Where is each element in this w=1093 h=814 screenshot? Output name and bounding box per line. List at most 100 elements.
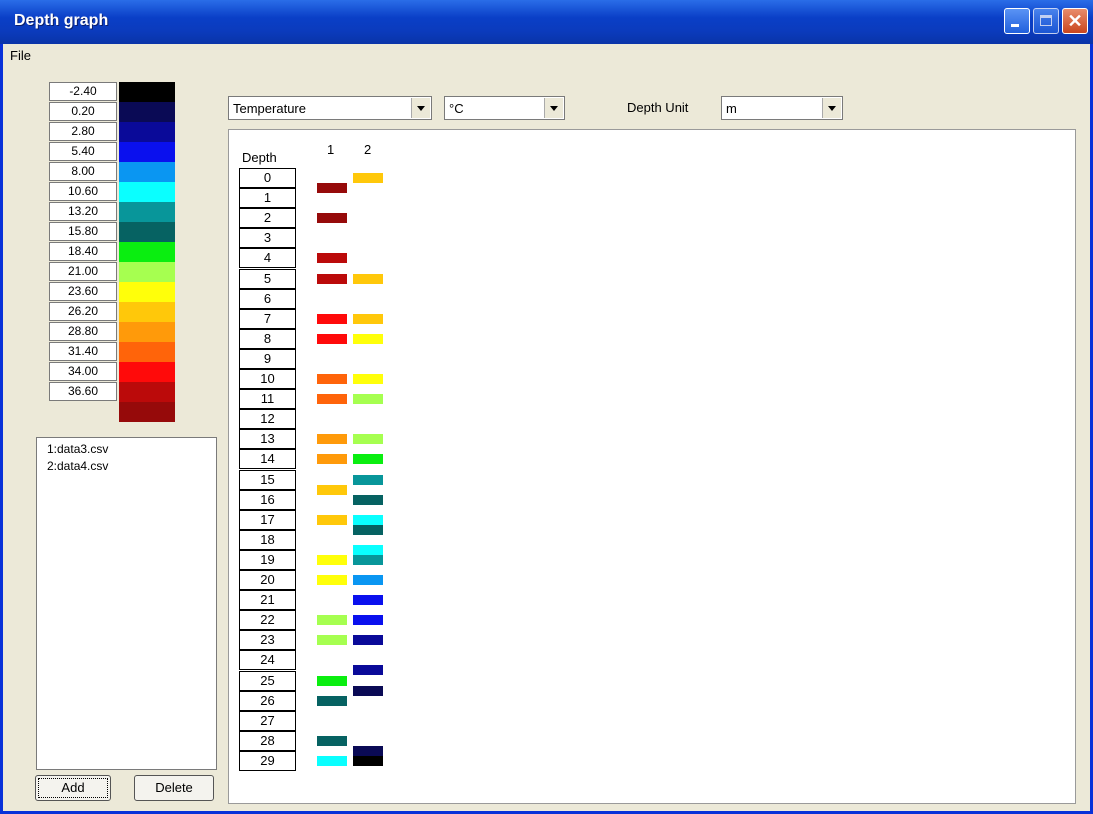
legend-swatch <box>119 302 175 322</box>
depth-mark <box>353 434 383 445</box>
depth-mark <box>317 434 347 445</box>
depth-cell: 2 <box>239 208 296 229</box>
legend-row: 10.60 <box>49 182 175 202</box>
depth-unit-value: m <box>726 101 737 116</box>
maximize-button[interactable] <box>1033 8 1059 34</box>
legend-swatch <box>119 82 175 102</box>
chevron-down-icon[interactable] <box>822 98 841 118</box>
depth-mark <box>353 544 383 555</box>
depth-cell: 23 <box>239 630 296 651</box>
depth-mark <box>353 333 383 344</box>
depth-mark <box>353 394 383 405</box>
legend-row: 18.40 <box>49 242 175 262</box>
depth-cell: 25 <box>239 670 296 691</box>
close-icon: ✕ <box>1067 11 1083 31</box>
legend-value: 15.80 <box>49 222 117 241</box>
depth-cell: 29 <box>239 750 296 771</box>
depth-mark <box>317 454 347 465</box>
legend-row: 36.60 <box>49 382 175 402</box>
depth-mark <box>317 394 347 405</box>
depth-cell: 7 <box>239 308 296 329</box>
legend-row: 5.40 <box>49 142 175 162</box>
depth-cell: 27 <box>239 710 296 731</box>
depth-mark <box>353 554 383 565</box>
depth-mark <box>317 635 347 646</box>
add-button[interactable]: Add <box>35 775 111 801</box>
legend-row: 21.00 <box>49 262 175 282</box>
depth-graph-window: Depth graph ✕ File -2.40 0.20 2.80 5.40 8.00… <box>0 0 1093 814</box>
depth-cell: 4 <box>239 248 296 269</box>
minimize-button[interactable] <box>1004 8 1030 34</box>
column-header: 1 <box>327 142 335 157</box>
depth-mark <box>353 173 383 183</box>
legend-value: 8.00 <box>49 162 117 181</box>
legend-swatch <box>119 282 175 302</box>
list-item[interactable]: 2:data4.csv <box>47 459 108 473</box>
depth-mark <box>353 514 383 525</box>
depth-cell: 11 <box>239 389 296 410</box>
legend-value: 13.20 <box>49 202 117 221</box>
legend-swatch <box>119 262 175 282</box>
legend-swatch <box>119 102 175 122</box>
depth-mark <box>317 273 347 284</box>
depth-mark <box>317 695 347 706</box>
legend-row: 8.00 <box>49 162 175 182</box>
legend-row <box>49 402 175 422</box>
depth-cell: 15 <box>239 469 296 490</box>
depth-mark <box>317 755 347 766</box>
depth-cell: 26 <box>239 690 296 711</box>
depth-cell: 18 <box>239 529 296 550</box>
legend-row: 26.20 <box>49 302 175 322</box>
depth-mark <box>353 665 383 676</box>
legend-value: 0.20 <box>49 102 117 121</box>
depth-mark <box>317 615 347 626</box>
depth-cell: 28 <box>239 730 296 751</box>
legend-swatch <box>119 222 175 242</box>
legend-swatch <box>119 382 175 402</box>
title-bar[interactable]: Depth graph ✕ <box>0 0 1093 44</box>
depth-cell: 24 <box>239 650 296 671</box>
legend-row: -2.40 <box>49 82 175 102</box>
chevron-down-icon[interactable] <box>544 98 563 118</box>
depth-header: Depth <box>242 150 277 165</box>
legend-value: 26.20 <box>49 302 117 321</box>
depth-mark <box>353 374 383 384</box>
depth-mark <box>317 554 347 565</box>
legend-row: 28.80 <box>49 322 175 342</box>
depth-mark <box>317 374 347 384</box>
depth-cell: 10 <box>239 369 296 389</box>
legend-row: 13.20 <box>49 202 175 222</box>
legend-value: 18.40 <box>49 242 117 261</box>
legend-swatch <box>119 162 175 182</box>
menu-bar: File <box>3 44 1090 68</box>
legend-row: 2.80 <box>49 122 175 142</box>
delete-button[interactable]: Delete <box>134 775 214 801</box>
chevron-down-icon[interactable] <box>411 98 430 118</box>
close-button[interactable]: ✕ <box>1062 8 1088 34</box>
legend-swatch <box>119 402 175 422</box>
depth-graph-area: Depth 1 2 0 1 2 3 4 5 6 7 8 9 10 11 12 13 14 15 16 17 18 19… <box>228 129 1076 804</box>
depth-mark <box>353 524 383 535</box>
file-list[interactable]: 1:data3.csv 2:data4.csv <box>36 437 217 770</box>
menu-file[interactable]: File <box>10 48 31 63</box>
depth-cell: 12 <box>239 409 296 430</box>
depth-mark <box>353 494 383 505</box>
depth-cell: 19 <box>239 549 296 570</box>
depth-cell: 0 <box>239 168 296 188</box>
depth-mark <box>353 615 383 626</box>
unit-select[interactable]: °C <box>444 96 565 120</box>
legend-row: 0.20 <box>49 102 175 122</box>
legend-swatch <box>119 242 175 262</box>
list-item[interactable]: 1:data3.csv <box>47 442 108 456</box>
window-title: Depth graph <box>14 12 109 29</box>
depth-cell: 8 <box>239 328 296 349</box>
depth-unit-select[interactable]: m <box>721 96 843 120</box>
legend-value: 31.40 <box>49 342 117 361</box>
depth-cell: 13 <box>239 429 296 450</box>
column-header: 2 <box>364 142 372 157</box>
depth-mark <box>353 635 383 646</box>
legend-swatch <box>119 342 175 362</box>
legend-value: -2.40 <box>49 82 117 101</box>
depth-cell: 6 <box>239 288 296 309</box>
parameter-select[interactable]: Temperature <box>228 96 432 120</box>
